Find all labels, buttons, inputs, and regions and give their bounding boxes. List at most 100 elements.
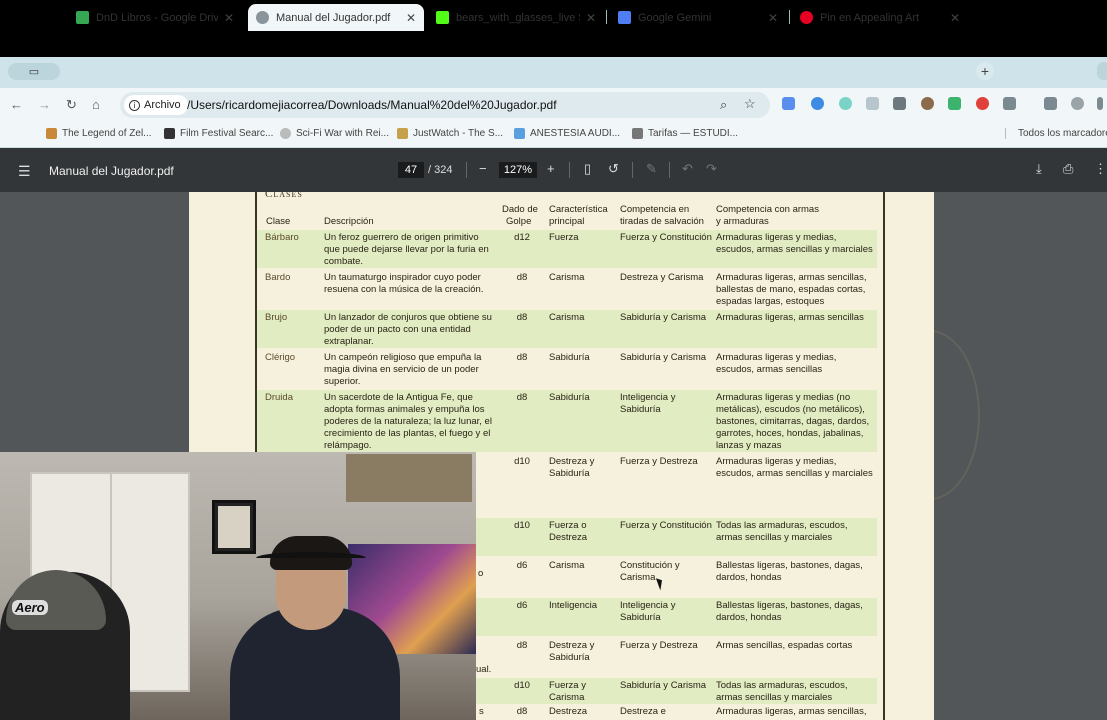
cell-armas: Armaduras ligeras, armas sencillas bbox=[716, 312, 864, 323]
cell-descripcion: Un feroz guerrero de origen primitivo qu… bbox=[324, 232, 489, 267]
tab-manual[interactable]: Manual del Jugador.pdf ✕ bbox=[248, 4, 424, 31]
header-dado-2: Golpe bbox=[506, 216, 532, 227]
cell-dado: d8 bbox=[516, 392, 528, 403]
bookmark-item[interactable]: The Legend of Zel... bbox=[46, 128, 152, 139]
download-icon[interactable]: ⤓ bbox=[1036, 161, 1042, 177]
cast-icon[interactable] bbox=[893, 97, 906, 110]
divider bbox=[569, 162, 570, 178]
forward-icon[interactable]: → bbox=[38, 97, 51, 112]
divider bbox=[466, 162, 467, 178]
tab-label: DnD Libros - Google Drive bbox=[96, 11, 218, 24]
cookie-extension-icon[interactable] bbox=[921, 97, 934, 110]
tab-separator bbox=[789, 10, 790, 24]
close-icon[interactable]: ✕ bbox=[950, 11, 960, 25]
back-icon[interactable]: ← bbox=[10, 97, 23, 112]
tab-gemini[interactable]: Google Gemini ✕ bbox=[610, 4, 786, 31]
close-icon[interactable]: ✕ bbox=[768, 11, 778, 25]
translate-extension-icon[interactable] bbox=[782, 97, 795, 110]
header-caracteristica-2: principal bbox=[549, 216, 585, 227]
cell-salvacion: Sabiduría y Carisma bbox=[620, 680, 707, 691]
cell-caracteristica: Sabiduría bbox=[549, 392, 590, 403]
fit-page-icon[interactable]: ▯ bbox=[584, 161, 591, 177]
bookmark-item[interactable]: ANESTESIA AUDI... bbox=[514, 128, 620, 139]
table-row: Clérigo Un campeón religioso que empuña … bbox=[257, 350, 877, 388]
header-caracteristica-1: Característica bbox=[549, 204, 608, 215]
cell-caracteristica: Destreza y Sabiduría bbox=[549, 640, 595, 663]
justwatch-icon bbox=[397, 128, 408, 139]
page-number-input[interactable]: 47 bbox=[398, 162, 424, 178]
undo-icon[interactable]: ↶ bbox=[682, 161, 693, 177]
tab-separator bbox=[606, 10, 607, 24]
reload-icon[interactable]: ↻ bbox=[66, 97, 77, 113]
close-icon[interactable]: ✕ bbox=[406, 11, 416, 25]
home-icon[interactable]: ⌂ bbox=[92, 97, 100, 112]
cell-dado: d8 bbox=[516, 272, 528, 283]
bookmark-label: The Legend of Zel... bbox=[62, 128, 152, 139]
cell-armas: Armaduras ligeras y medias (no metálicas… bbox=[716, 392, 870, 451]
tab-drive[interactable]: DnD Libros - Google Drive ✕ bbox=[68, 4, 242, 31]
zoom-in-icon[interactable]: + bbox=[547, 161, 555, 176]
zoom-icon[interactable]: ⌕ bbox=[720, 97, 727, 113]
tab-search-button[interactable]: ▭ bbox=[8, 63, 60, 80]
cell-descripcion: Un sacerdote de la Antigua Fe, que adopt… bbox=[324, 392, 492, 451]
cell-armas: Armaduras ligeras y medias, escudos, arm… bbox=[716, 232, 873, 255]
tab-kick[interactable]: bears_with_glasses_live Stre ✕ bbox=[428, 4, 604, 31]
cell-armas: Ballestas ligeras, bastones, dagas, dard… bbox=[716, 600, 863, 623]
adblock-icon[interactable] bbox=[976, 97, 989, 110]
bookmark-label: JustWatch - The S... bbox=[413, 128, 504, 139]
site-info-chip[interactable]: i Archivo bbox=[124, 95, 188, 115]
cell-salvacion: Constitución y Carisma bbox=[620, 560, 680, 583]
cell-salvacion: Destreza e bbox=[620, 706, 666, 717]
pdf-title: Manual del Jugador.pdf bbox=[49, 164, 174, 178]
url-text[interactable]: /Users/ricardomejiacorrea/Downloads/Manu… bbox=[187, 98, 557, 112]
bookmark-item[interactable]: Tarifas — ESTUDI... bbox=[632, 128, 738, 139]
star-icon[interactable]: ☆ bbox=[744, 96, 756, 112]
rotate-icon[interactable]: ↺ bbox=[608, 161, 619, 177]
bookmark-item[interactable]: Sci-Fi War with Rei... bbox=[280, 128, 389, 139]
tab-pinterest[interactable]: Pin en Appealing Art ✕ bbox=[792, 4, 968, 31]
bookmark-label: Tarifas — ESTUDI... bbox=[648, 128, 739, 139]
gemini-icon bbox=[618, 11, 631, 24]
cell-caracteristica: Destreza y Sabiduría bbox=[549, 456, 595, 479]
profile-avatar[interactable] bbox=[1071, 97, 1084, 110]
cell-salvacion: Inteligencia y Sabiduría bbox=[620, 600, 676, 623]
cell-dado: d6 bbox=[516, 600, 528, 611]
menu-icon[interactable] bbox=[1097, 97, 1103, 110]
close-icon[interactable]: ✕ bbox=[224, 11, 234, 25]
cell-salvacion: Destreza y Carisma bbox=[620, 272, 704, 283]
extension-icon[interactable] bbox=[866, 97, 879, 110]
table-row: Brujo Un lanzador de conjuros que obtien… bbox=[257, 310, 877, 348]
cell-dado: d8 bbox=[516, 640, 528, 651]
bookmark-icon bbox=[514, 128, 525, 139]
new-tab-button[interactable]: + bbox=[976, 62, 994, 80]
extension-icon[interactable] bbox=[839, 97, 852, 110]
shield-extension-icon[interactable] bbox=[948, 97, 961, 110]
menu-icon[interactable]: ☰ bbox=[18, 163, 31, 180]
cell-armas: Armaduras ligeras, armas sencillas, ball… bbox=[716, 272, 867, 307]
extension-icon[interactable] bbox=[811, 97, 824, 110]
bookmark-item[interactable]: Film Festival Searc... bbox=[164, 128, 273, 139]
zoom-input[interactable]: 127% bbox=[499, 162, 537, 178]
cap-logo: Aero bbox=[12, 600, 48, 615]
bookmark-label: Film Festival Searc... bbox=[180, 128, 274, 139]
cell-salvacion: Fuerza y Constitución bbox=[620, 520, 712, 531]
redo-icon[interactable]: ↷ bbox=[706, 161, 717, 177]
cell-armas: Ballestas ligeras, bastones, dagas, dard… bbox=[716, 560, 863, 583]
print-icon[interactable]: ⎙ bbox=[1063, 161, 1073, 177]
cell-armas: Armas sencillas, espadas cortas bbox=[716, 640, 853, 651]
zoom-out-icon[interactable]: − bbox=[479, 161, 487, 176]
cell-dado: d6 bbox=[516, 560, 528, 571]
more-options-icon[interactable]: ⋮ bbox=[1094, 161, 1107, 177]
annotate-icon[interactable]: ✎ bbox=[646, 161, 657, 177]
reading-list-icon[interactable] bbox=[1044, 97, 1057, 110]
table-row: Druida Un sacerdote de la Antigua Fe, qu… bbox=[257, 390, 877, 452]
bookmark-item[interactable]: JustWatch - The S... bbox=[397, 128, 503, 139]
tab-menu-button[interactable] bbox=[1097, 62, 1107, 80]
puzzle-icon[interactable] bbox=[1003, 97, 1016, 110]
bookshelf bbox=[346, 454, 472, 502]
cell-dado: d10 bbox=[514, 456, 530, 467]
close-icon[interactable]: ✕ bbox=[586, 11, 596, 25]
all-bookmarks-button[interactable]: Todos los marcadores bbox=[1005, 128, 1107, 139]
table-row: Bárbaro Un feroz guerrero de origen prim… bbox=[257, 230, 877, 268]
site-info-label: Archivo bbox=[144, 99, 181, 111]
